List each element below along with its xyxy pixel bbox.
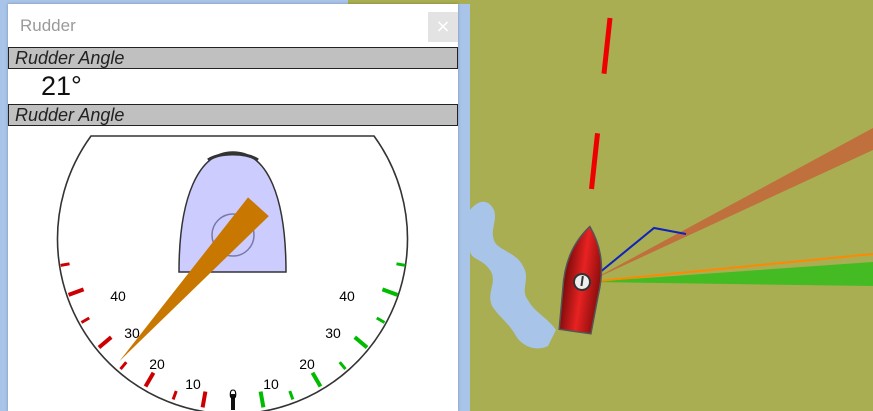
gauge-tick [381, 287, 399, 297]
window-title: Rudder [20, 16, 76, 35]
gauge-tick [171, 390, 178, 400]
section-header-readout: Rudder Angle [8, 47, 458, 69]
hull-outline [178, 151, 287, 273]
window-titlebar[interactable]: Rudder × [8, 4, 458, 46]
tick-label-right-20: 20 [299, 356, 315, 372]
gauge-tick [258, 391, 266, 408]
gauge-tick [67, 287, 85, 297]
gauge-tick [143, 371, 156, 388]
tick-label-left-10: 10 [185, 376, 201, 392]
gauge-tick [97, 335, 113, 350]
gauge-tick [200, 391, 208, 408]
close-button[interactable]: × [428, 12, 458, 42]
tick-label-left-20: 20 [149, 356, 165, 372]
rudder-angle-value: 21° [41, 71, 82, 101]
gauge-tick [60, 262, 70, 267]
gauge-tick [80, 316, 90, 324]
rudder-window[interactable]: Rudder × Rudder Angle 21° Rudder Angle 4… [8, 4, 458, 411]
rudder-gauge: 40 30 20 10 0 10 20 30 40 [56, 135, 409, 411]
section-header-gauge: Rudder Angle [8, 104, 458, 126]
gauge-tick [288, 390, 295, 400]
gauge-tick [338, 361, 347, 371]
gauge-tick [376, 316, 386, 324]
gauge-tick [119, 361, 128, 371]
gauge-tick [353, 335, 369, 350]
tick-label-right-10: 10 [263, 376, 279, 392]
tick-label-center-0: 0 [229, 386, 237, 402]
tick-label-right-40: 40 [339, 288, 355, 304]
tick-label-left-40: 40 [110, 288, 126, 304]
gauge-tick [310, 371, 323, 388]
tick-label-right-30: 30 [325, 325, 341, 341]
gauge-tick [396, 262, 406, 267]
